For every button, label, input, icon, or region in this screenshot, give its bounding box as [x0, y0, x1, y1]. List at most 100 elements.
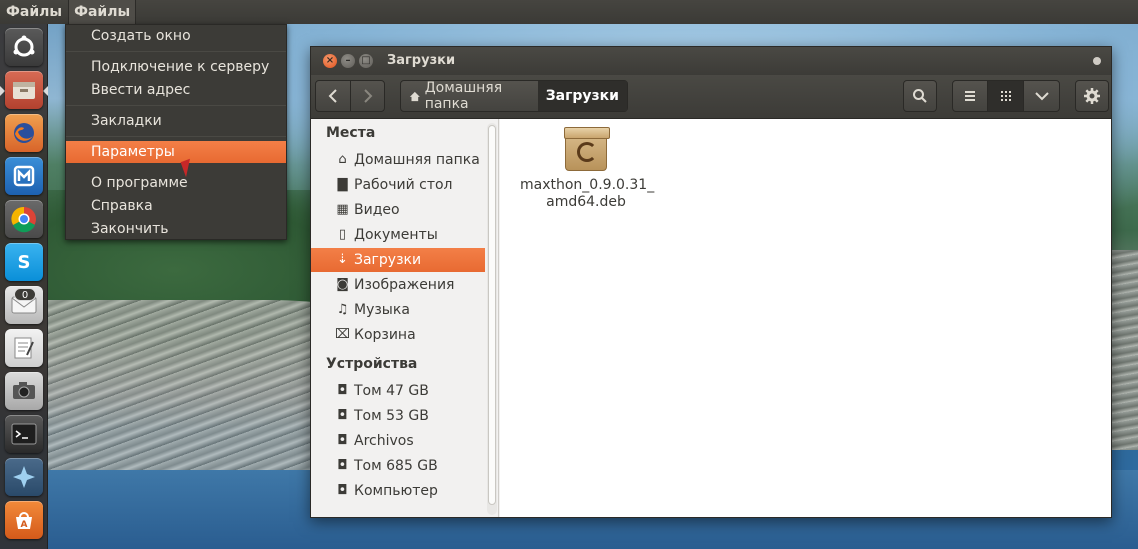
- settings-button[interactable]: [1076, 81, 1108, 111]
- sidebar-item-label: Том 47 GB: [354, 383, 429, 399]
- skype-icon[interactable]: S: [5, 243, 43, 281]
- file-manager-window: × – □ Загрузки Домашняя папка Загрузки М…: [310, 46, 1112, 518]
- grid-icon: [1000, 91, 1011, 101]
- debian-package-icon: [564, 127, 610, 171]
- window-titlebar: × – □ Загрузки: [311, 47, 1111, 75]
- menu-item-bookmarks[interactable]: Закладки: [66, 110, 286, 132]
- menu-item-connect-server[interactable]: Подключение к серверу: [66, 56, 286, 78]
- back-button[interactable]: [316, 81, 351, 111]
- list-view-button[interactable]: [953, 81, 988, 111]
- menu-item-enter-location[interactable]: Ввести адрес: [66, 79, 286, 101]
- text-editor-icon[interactable]: [5, 329, 43, 367]
- sidebar-item-label: Музыка: [354, 302, 410, 318]
- search-group: [903, 80, 937, 112]
- chrome-icon[interactable]: [5, 200, 43, 238]
- search-button[interactable]: [904, 81, 936, 111]
- sidebar-item-computer[interactable]: ◘ Компьютер: [311, 479, 485, 503]
- download-icon: ⇣: [337, 252, 348, 267]
- files-dropdown-menu: Создать окно Подключение к серверу Ввест…: [65, 24, 287, 240]
- firefox-icon[interactable]: [5, 114, 43, 152]
- folder-icon: ▇: [337, 177, 348, 192]
- drive-icon: ◘: [337, 458, 348, 473]
- camera-icon[interactable]: [5, 372, 43, 410]
- menu-item-help[interactable]: Справка: [66, 195, 286, 217]
- sidebar-item-volume-53[interactable]: ◘ Том 53 GB: [311, 404, 485, 428]
- settings-group: [1075, 80, 1109, 112]
- breadcrumb-current[interactable]: Загрузки: [537, 81, 627, 111]
- navigation-buttons: [315, 80, 385, 112]
- file-item[interactable]: maxthon_0.9.0.31_ amd64.deb: [520, 127, 655, 211]
- menu-separator: [66, 136, 286, 137]
- home-icon: ⌂: [338, 152, 347, 167]
- sidebar-item-documents[interactable]: ▯ Документы: [311, 223, 485, 247]
- focus-indicator: [43, 86, 48, 96]
- search-icon: [913, 89, 927, 103]
- breadcrumb-home-label: Домашняя папка: [424, 80, 503, 112]
- view-buttons: [952, 80, 1060, 112]
- sidebar-item-label: Рабочий стол: [354, 177, 453, 193]
- breadcrumb-home[interactable]: Домашняя папка: [401, 80, 538, 112]
- toolbar: Домашняя папка Загрузки: [311, 75, 1111, 119]
- sidebar-item-label: Видео: [354, 202, 400, 218]
- launcher: S 0 A: [0, 24, 48, 549]
- menu-separator: [66, 105, 286, 106]
- software-center-icon[interactable]: A: [5, 501, 43, 539]
- sidebar-item-pictures[interactable]: ◙ Изображения: [311, 273, 485, 297]
- sidebar-scrollbar-thumb[interactable]: [488, 125, 496, 505]
- sidebar-item-label: Документы: [354, 227, 438, 243]
- close-button[interactable]: ×: [323, 54, 337, 68]
- sidebar: Места ⌂ Домашняя папка ▇ Рабочий стол ▦ …: [311, 119, 499, 517]
- window-menu-dot-icon[interactable]: [1093, 57, 1101, 65]
- sidebar-item-archivos[interactable]: ◘ Archivos: [311, 429, 485, 453]
- sidebar-item-trash[interactable]: ⌧ Корзина: [311, 323, 485, 347]
- gear-icon: [1084, 88, 1100, 104]
- drive-icon: ◘: [337, 408, 348, 423]
- breadcrumb: Домашняя папка Загрузки: [400, 80, 628, 112]
- sidebar-item-music[interactable]: ♫ Музыка: [311, 298, 485, 322]
- file-name-line-2: amd64.deb: [546, 194, 626, 210]
- sidebar-item-volume-685[interactable]: ◘ Том 685 GB: [311, 454, 485, 478]
- menu-item-quit[interactable]: Закончить: [66, 218, 286, 240]
- chevron-left-icon: [328, 89, 337, 103]
- menu-item-new-window[interactable]: Создать окно: [66, 25, 286, 47]
- sidebar-item-label: Archivos: [354, 433, 414, 449]
- mail-badge: 0: [14, 288, 36, 301]
- menu-item-about[interactable]: О программе: [66, 172, 286, 194]
- ubuntu-dash-icon[interactable]: [5, 28, 43, 66]
- view-options-button[interactable]: [1024, 81, 1059, 111]
- sidebar-item-label: Том 685 GB: [354, 458, 438, 474]
- sidebar-item-video[interactable]: ▦ Видео: [311, 198, 485, 222]
- sidebar-item-label: Загрузки: [354, 252, 422, 268]
- forward-button[interactable]: [351, 81, 384, 111]
- minimize-button[interactable]: –: [341, 54, 355, 68]
- drive-icon: ◘: [337, 383, 348, 398]
- wallpaper-cliff: [1110, 250, 1138, 450]
- camera-icon: ◙: [336, 277, 349, 292]
- sidebar-item-downloads[interactable]: ⇣ Загрузки: [311, 248, 485, 272]
- chevron-down-icon: [1034, 92, 1049, 101]
- drive-icon: ◘: [337, 433, 348, 448]
- video-icon: ▦: [336, 202, 349, 217]
- list-icon: [965, 91, 975, 101]
- sidebar-item-label: Корзина: [354, 327, 416, 343]
- files-icon[interactable]: [5, 71, 43, 109]
- document-icon: ▯: [338, 227, 347, 242]
- sidebar-item-home[interactable]: ⌂ Домашняя папка: [311, 148, 485, 172]
- app-icon[interactable]: [5, 458, 43, 496]
- app-title: Файлы: [6, 4, 63, 20]
- sidebar-item-volume-47[interactable]: ◘ Том 47 GB: [311, 379, 485, 403]
- files-menu-button[interactable]: Файлы: [68, 0, 137, 24]
- top-panel: Файлы Файлы: [0, 0, 1138, 24]
- terminal-icon[interactable]: [5, 415, 43, 453]
- trash-icon: ⌧: [335, 327, 350, 342]
- home-icon: [409, 91, 420, 101]
- sidebar-item-desktop[interactable]: ▇ Рабочий стол: [311, 173, 485, 197]
- sidebar-item-label: Том 53 GB: [354, 408, 429, 424]
- maximize-button[interactable]: □: [359, 54, 373, 68]
- menu-item-preferences[interactable]: Параметры: [66, 141, 286, 163]
- sidebar-item-label: Изображения: [354, 277, 455, 293]
- grid-view-button[interactable]: [988, 81, 1024, 111]
- file-name-line-1: maxthon_0.9.0.31_: [520, 177, 655, 193]
- maxthon-icon[interactable]: [5, 157, 43, 195]
- chevron-right-icon: [363, 89, 372, 103]
